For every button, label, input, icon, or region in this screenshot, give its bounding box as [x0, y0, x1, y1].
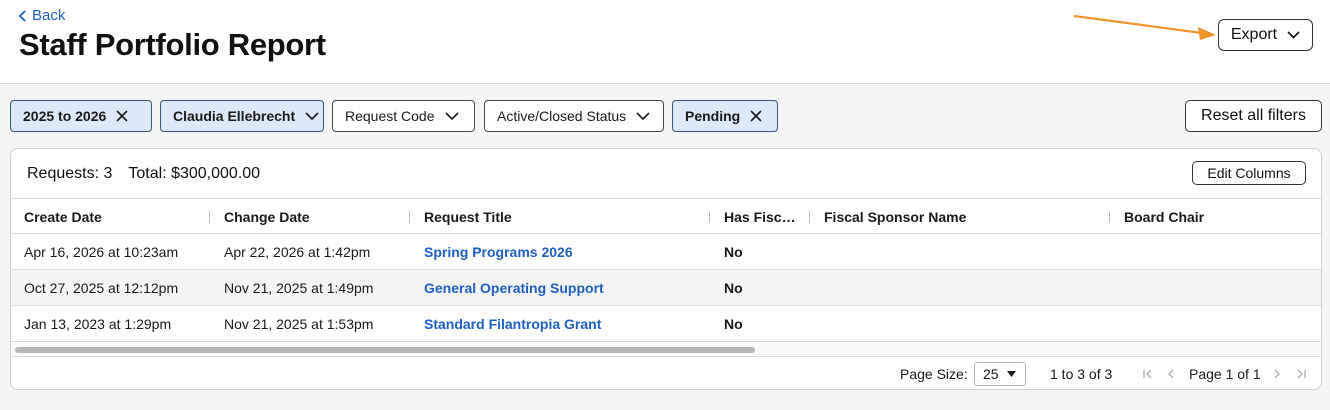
previous-page-icon[interactable] [1164, 367, 1178, 381]
column-resize-handle[interactable] [409, 211, 410, 223]
horizontal-scrollbar[interactable] [11, 343, 1321, 355]
chevron-down-icon [636, 111, 650, 120]
report-summary: Requests: 3 Total: $300,000.00 [27, 165, 260, 183]
cell-create-date: Oct 27, 2025 at 12:12pm [24, 279, 179, 296]
close-icon[interactable] [116, 110, 128, 122]
cell-change-date: Nov 21, 2025 at 1:53pm [224, 315, 374, 332]
table-row[interactable]: Oct 27, 2025 at 12:12pm Nov 21, 2025 at … [11, 270, 1321, 306]
filter-chip-status[interactable]: Active/Closed Status [484, 100, 664, 132]
cell-change-date: Apr 22, 2026 at 1:42pm [224, 243, 371, 260]
annotation-arrow-icon [1073, 14, 1216, 40]
back-link[interactable]: Back [18, 7, 65, 24]
column-resize-handle[interactable] [809, 211, 810, 223]
filter-chip-staff[interactable]: Claudia Ellebrecht [160, 100, 324, 132]
chevron-down-icon [444, 111, 459, 120]
request-title-link[interactable]: General Operating Support [424, 270, 604, 305]
chevron-left-icon [18, 9, 26, 22]
filter-chip-pending[interactable]: Pending [672, 100, 778, 132]
column-header-request-title[interactable]: Request Title [424, 199, 694, 234]
filter-chip-label: Pending [685, 108, 741, 124]
request-title-link[interactable]: Spring Programs 2026 [424, 234, 573, 269]
filter-chip-request-code[interactable]: Request Code [332, 100, 475, 132]
cell-change-date: Nov 21, 2025 at 1:49pm [224, 279, 374, 296]
next-page-icon[interactable] [1270, 367, 1284, 381]
pagination-range: 1 to 3 of 3 [1050, 366, 1113, 382]
filter-chip-label: Active/Closed Status [497, 108, 627, 124]
cell-create-date: Jan 13, 2023 at 1:29pm [24, 315, 172, 332]
filter-chip-label: Request Code [345, 108, 435, 124]
cell-create-date: Apr 16, 2026 at 10:23am [24, 243, 179, 260]
request-count: Requests: 3 [27, 165, 113, 182]
export-button[interactable]: Export [1218, 19, 1313, 51]
filter-chip-date-range[interactable]: 2025 to 2026 [10, 100, 152, 132]
cell-has-fiscal-sponsor: No [724, 279, 743, 296]
chevron-down-icon [305, 111, 319, 120]
request-total: Total: $300,000.00 [128, 165, 261, 182]
reset-filters-button[interactable]: Reset all filters [1185, 100, 1322, 132]
column-header-change-date[interactable]: Change Date [224, 199, 404, 234]
cell-has-fiscal-sponsor: No [724, 315, 743, 332]
page-indicator: Page 1 of 1 [1189, 366, 1261, 382]
page-size-value: 25 [983, 366, 999, 382]
column-resize-handle[interactable] [709, 211, 710, 223]
filter-chip-label: 2025 to 2026 [23, 108, 107, 124]
last-page-icon[interactable] [1294, 367, 1308, 381]
page-title: Staff Portfolio Report [19, 27, 326, 62]
column-header-has-fiscal-sponsor[interactable]: Has Fisc… [724, 199, 800, 234]
column-header-board-chair[interactable]: Board Chair [1124, 199, 1314, 234]
pagination-bar: Page Size: 25 1 to 3 of 3 Page 1 of 1 [11, 356, 1321, 389]
column-header-create-date[interactable]: Create Date [24, 199, 204, 234]
page-header: Back Staff Portfolio Report Export [0, 0, 1330, 84]
page-size-select[interactable]: 25 [974, 362, 1026, 386]
report-panel: Requests: 3 Total: $300,000.00 Edit Colu… [10, 148, 1322, 390]
cell-has-fiscal-sponsor: No [724, 243, 743, 260]
back-label: Back [32, 7, 66, 24]
table-row[interactable]: Apr 16, 2026 at 10:23am Apr 22, 2026 at … [11, 234, 1321, 270]
edit-columns-button[interactable]: Edit Columns [1192, 161, 1306, 185]
chevron-down-icon [1287, 31, 1300, 39]
table-row[interactable]: Jan 13, 2023 at 1:29pm Nov 21, 2025 at 1… [11, 306, 1321, 342]
table-header: Create Date Change Date Request Title Ha… [11, 198, 1321, 234]
close-icon[interactable] [750, 110, 762, 122]
first-page-icon[interactable] [1141, 367, 1155, 381]
page-size-label: Page Size: [900, 366, 968, 382]
filter-bar: 2025 to 2026 Claudia Ellebrecht Request … [0, 100, 1330, 132]
column-resize-handle[interactable] [1109, 211, 1110, 223]
scrollbar-thumb[interactable] [15, 347, 755, 353]
column-header-fiscal-sponsor-name[interactable]: Fiscal Sponsor Name [824, 199, 1094, 234]
caret-down-icon [1006, 371, 1016, 377]
filter-chip-label: Claudia Ellebrecht [173, 108, 296, 124]
request-title-link[interactable]: Standard Filantropia Grant [424, 306, 601, 341]
column-resize-handle[interactable] [209, 211, 210, 223]
export-label: Export [1230, 26, 1278, 43]
